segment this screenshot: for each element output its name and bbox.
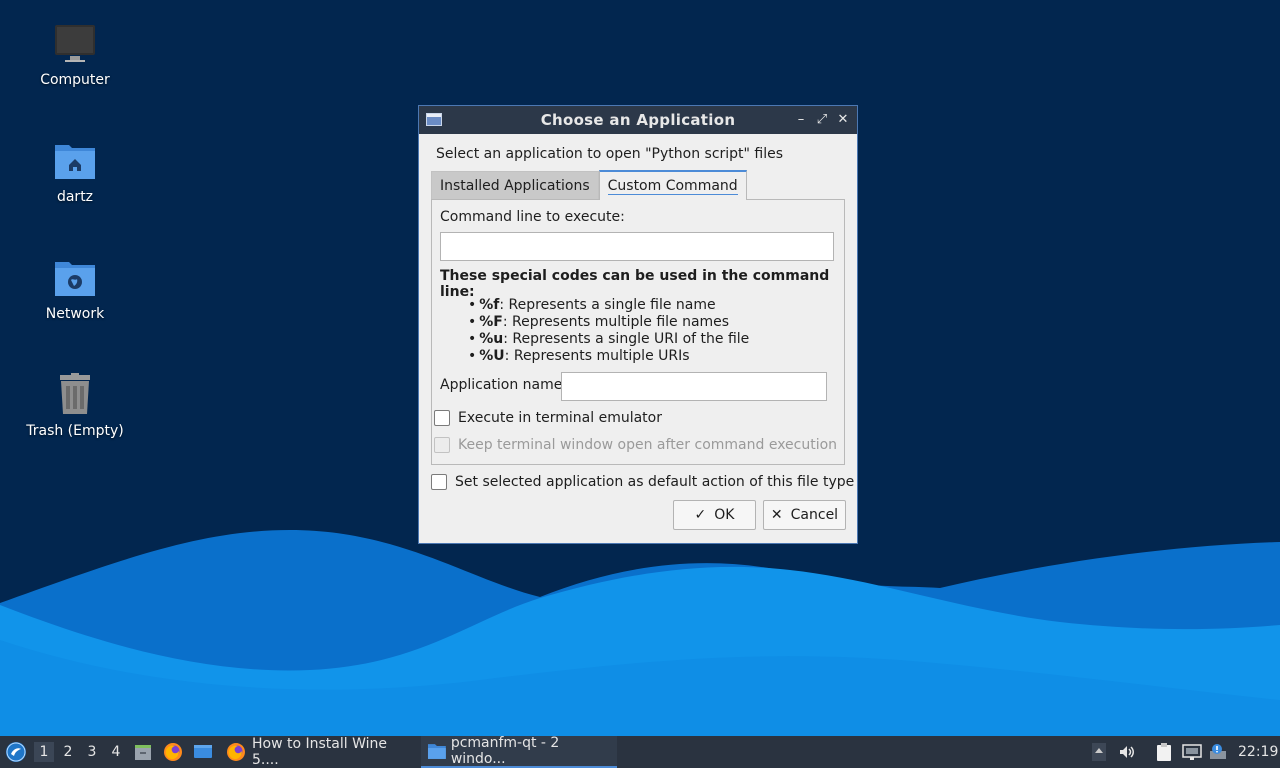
network-button[interactable] bbox=[1182, 736, 1204, 768]
volume-button[interactable] bbox=[1118, 736, 1138, 768]
desktop-icon-computer[interactable]: Computer bbox=[15, 22, 135, 88]
lubuntu-logo-icon bbox=[6, 742, 26, 762]
task-label: How to Install Wine 5.... bbox=[251, 736, 387, 768]
application-name-input[interactable] bbox=[561, 372, 827, 401]
clock-label: 22:19 bbox=[1238, 744, 1279, 760]
desktop-icon-label: dartz bbox=[56, 189, 94, 205]
file-cabinet-icon bbox=[135, 745, 151, 760]
window-icon bbox=[426, 113, 442, 126]
chevron-up-icon bbox=[1092, 743, 1106, 761]
tab-label: Installed Applications bbox=[440, 178, 590, 194]
command-line-input[interactable] bbox=[440, 232, 834, 261]
checkbox-label: Execute in terminal emulator bbox=[458, 410, 662, 426]
main-menu-button[interactable] bbox=[5, 736, 27, 768]
checkbox-box[interactable] bbox=[431, 474, 447, 490]
list-item: %U: Represents multiple URIs bbox=[468, 348, 749, 365]
workspace-4[interactable]: 4 bbox=[106, 742, 126, 762]
volume-icon bbox=[1120, 746, 1134, 758]
update-notification-icon bbox=[1210, 744, 1226, 759]
code-name: %U bbox=[479, 348, 505, 364]
home-folder-icon bbox=[53, 139, 97, 183]
clipboard-button[interactable] bbox=[1155, 736, 1175, 768]
minimize-icon[interactable]: – bbox=[792, 111, 810, 129]
cancel-button[interactable]: ✕ Cancel bbox=[763, 500, 846, 530]
maximize-icon[interactable]: ⤢ bbox=[813, 111, 831, 129]
list-item: %f: Represents a single file name bbox=[468, 297, 749, 314]
desktop-icon-network[interactable]: Network bbox=[15, 256, 135, 322]
tab-installed-applications[interactable]: Installed Applications bbox=[431, 171, 599, 200]
button-label: Cancel bbox=[790, 507, 839, 523]
task-pcmanfm-window[interactable]: pcmanfm-qt - 2 windo... bbox=[421, 735, 617, 768]
code-description: : Represents a single file name bbox=[499, 297, 716, 313]
clock[interactable]: 22:19 bbox=[1238, 736, 1278, 768]
desktop-icon-home-folder[interactable]: dartz bbox=[15, 139, 135, 205]
tab-label: Custom Command bbox=[607, 178, 738, 195]
show-desktop-button[interactable] bbox=[193, 736, 215, 768]
network-folder-icon bbox=[53, 256, 97, 300]
network-wired-icon bbox=[1182, 744, 1202, 760]
checkbox-label: Set selected application as default acti… bbox=[455, 474, 855, 490]
workspace-label: 1 bbox=[39, 744, 49, 760]
tab-bar: Installed Applications Custom Command bbox=[431, 170, 747, 200]
workspace-3[interactable]: 3 bbox=[82, 742, 102, 762]
tab-custom-command[interactable]: Custom Command bbox=[598, 170, 747, 200]
trash-icon bbox=[53, 373, 97, 417]
firefox-icon bbox=[164, 743, 182, 761]
dialog-prompt: Select an application to open "Python sc… bbox=[436, 146, 784, 162]
desktop-icon-label: Network bbox=[45, 306, 105, 322]
checkbox-box bbox=[434, 437, 450, 453]
code-name: %u bbox=[479, 331, 504, 347]
set-default-action-checkbox[interactable]: Set selected application as default acti… bbox=[431, 474, 854, 490]
clipboard-icon bbox=[1157, 743, 1171, 761]
choose-application-dialog: Choose an Application – ⤢ ✕ Select an ap… bbox=[418, 105, 858, 544]
keep-terminal-open-checkbox: Keep terminal window open after command … bbox=[434, 437, 837, 453]
code-description: : Represents multiple file names bbox=[502, 314, 730, 330]
check-icon: ✓ bbox=[694, 507, 707, 523]
button-label: OK bbox=[714, 507, 735, 523]
workspace-1[interactable]: 1 bbox=[34, 742, 54, 762]
firefox-launcher[interactable] bbox=[163, 736, 185, 768]
firefox-icon bbox=[226, 743, 245, 761]
folder-icon bbox=[427, 744, 446, 759]
special-codes-heading: These special codes can be used in the c… bbox=[440, 268, 830, 300]
code-name: %f bbox=[479, 297, 500, 313]
desktop-icon bbox=[194, 745, 212, 758]
close-icon[interactable]: ✕ bbox=[834, 111, 852, 129]
workspace-2[interactable]: 2 bbox=[58, 742, 78, 762]
ok-button[interactable]: ✓ OK bbox=[673, 500, 756, 530]
workspace-label: 2 bbox=[63, 744, 73, 760]
task-label: pcmanfm-qt - 2 windo... bbox=[450, 735, 560, 767]
notification-button[interactable] bbox=[1208, 736, 1228, 768]
special-codes-list: %f: Represents a single file name %F: Re… bbox=[468, 297, 749, 365]
desktop-icon-label: Trash (Empty) bbox=[26, 423, 124, 439]
execute-in-terminal-checkbox[interactable]: Execute in terminal emulator bbox=[434, 410, 662, 426]
close-icon: ✕ bbox=[770, 507, 783, 523]
code-description: : Represents multiple URIs bbox=[504, 348, 690, 364]
task-firefox-window[interactable]: How to Install Wine 5.... bbox=[222, 736, 418, 768]
code-name: %F bbox=[479, 314, 503, 330]
code-description: : Represents a single URI of the file bbox=[503, 331, 750, 347]
monitor-icon bbox=[53, 22, 97, 66]
tray-arrow-button[interactable] bbox=[1092, 736, 1108, 768]
dialog-titlebar[interactable]: Choose an Application – ⤢ ✕ bbox=[419, 106, 857, 134]
workspace-label: 4 bbox=[111, 744, 121, 760]
checkbox-label: Keep terminal window open after command … bbox=[458, 437, 838, 453]
list-item: %u: Represents a single URI of the file bbox=[468, 331, 749, 348]
workspace-label: 3 bbox=[87, 744, 97, 760]
application-name-label: Application name: bbox=[440, 377, 568, 393]
list-item: %F: Represents multiple file names bbox=[468, 314, 749, 331]
custom-command-panel: Command line to execute: These special c… bbox=[431, 199, 845, 465]
file-manager-launcher[interactable] bbox=[133, 736, 155, 768]
taskbar: 1 2 3 4 How to Install Wine 5.... pcmanf… bbox=[0, 735, 1280, 768]
checkbox-box[interactable] bbox=[434, 410, 450, 426]
command-line-label: Command line to execute: bbox=[440, 209, 625, 225]
desktop-icon-label: Computer bbox=[40, 72, 110, 88]
desktop-icon-trash[interactable]: Trash (Empty) bbox=[15, 373, 135, 439]
